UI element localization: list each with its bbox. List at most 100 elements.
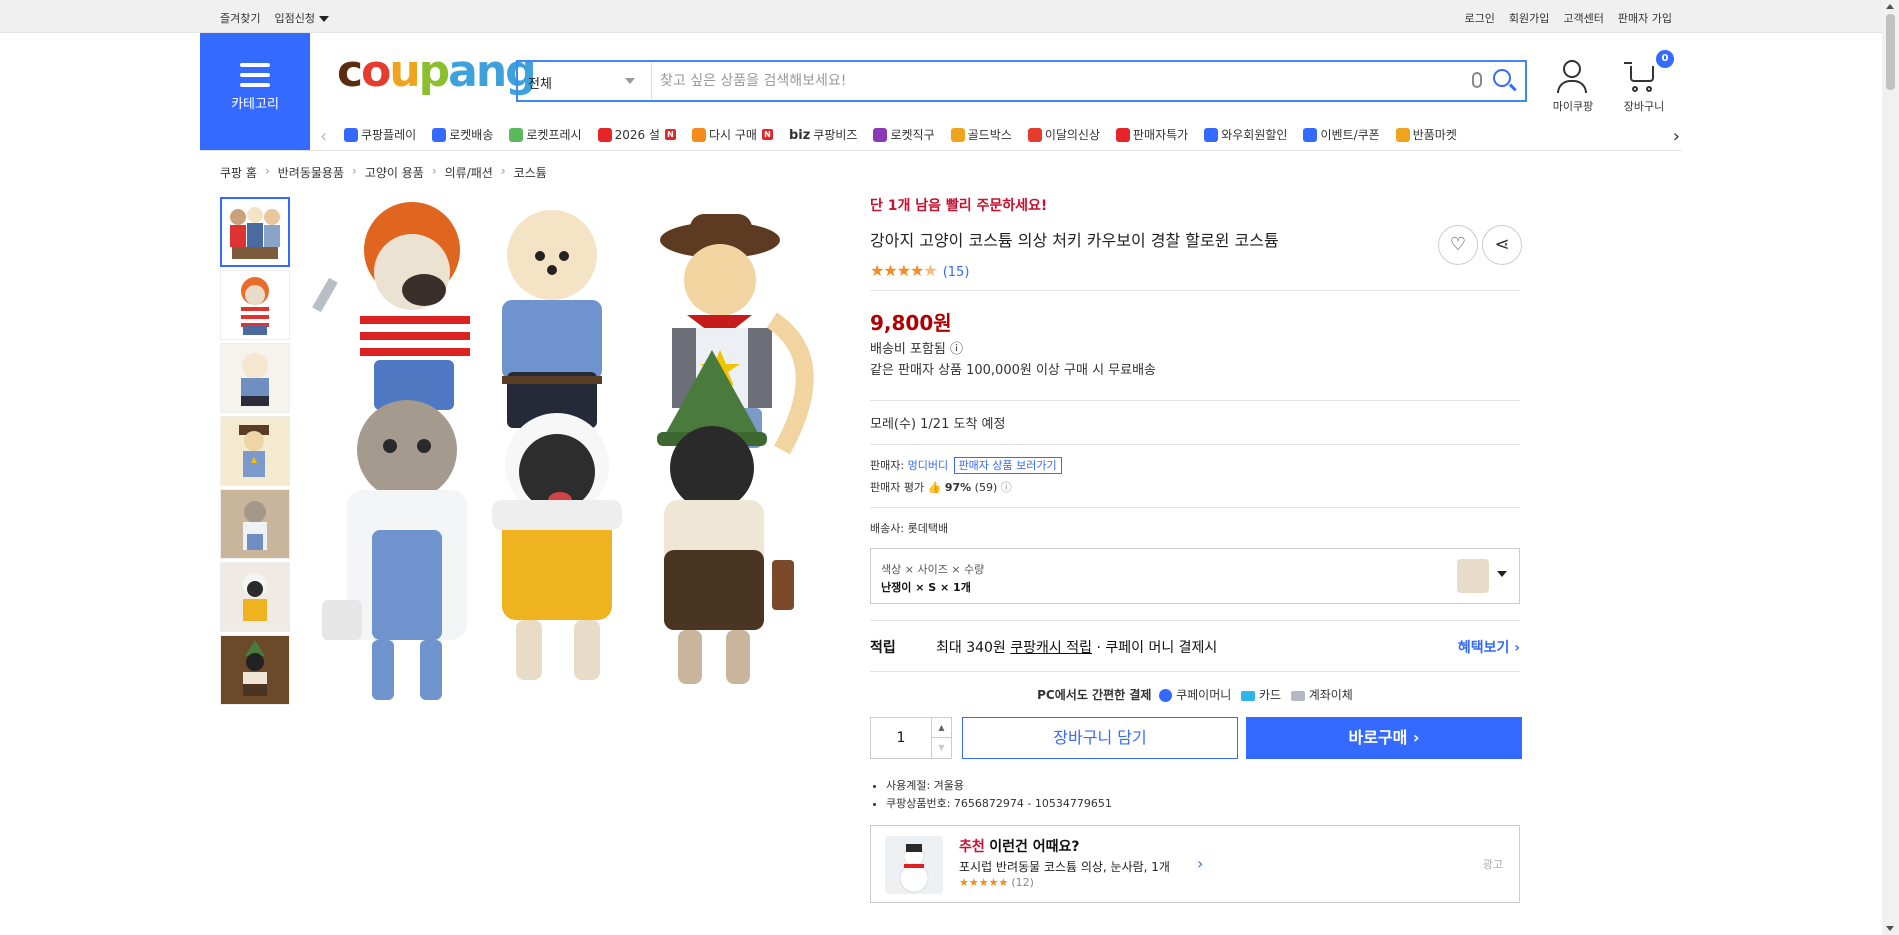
main-product-image[interactable] xyxy=(302,200,842,720)
thumbnail-1[interactable] xyxy=(220,197,290,267)
seller-apply-link[interactable]: 입점신청 xyxy=(274,10,329,26)
star-rating-icon: ★★★★ xyxy=(870,261,924,280)
buy-now-button[interactable]: 바로구매 › xyxy=(1246,717,1522,759)
option-selector[interactable]: 색상 × 사이즈 × 수량 난쟁이 × S × 1개 xyxy=(870,548,1520,604)
mycoupang-label: 마이쿠팡 xyxy=(1552,100,1594,113)
nav-item[interactable]: 2026 설 N xyxy=(597,126,676,143)
thumbnail-5[interactable] xyxy=(220,489,290,559)
scrollbar-thumb[interactable] xyxy=(1886,14,1895,90)
scroll-down-icon[interactable] xyxy=(1886,926,1894,931)
cart-label: 장바구니 xyxy=(1623,100,1665,113)
quantity-down-icon[interactable]: ▼ xyxy=(931,738,951,758)
goldbox-icon xyxy=(950,127,965,142)
coupang-logo[interactable]: coupang xyxy=(337,50,537,94)
recommendation-card[interactable]: 추천 이런건 어때요? 포시럽 반려동물 코스튬 의상, 눈사람, 1개 › ★… xyxy=(870,825,1520,903)
biz-icon: biz xyxy=(788,127,811,143)
microphone-icon[interactable] xyxy=(1472,72,1482,88)
chevron-right-icon: › xyxy=(352,164,357,178)
coupon-icon xyxy=(1303,127,1318,142)
thumbnail-6[interactable] xyxy=(220,562,290,632)
nav-item-label: 2026 설 xyxy=(614,128,660,142)
divider xyxy=(870,620,1520,621)
breadcrumb-link[interactable]: 쿠팡 홈 xyxy=(220,164,257,181)
quantity-input[interactable]: 1 xyxy=(871,718,931,758)
courier-value: 롯데택배 xyxy=(907,522,949,535)
chevron-right-icon: › xyxy=(500,164,506,178)
reward-condition: · 쿠페이 머니 결제시 xyxy=(1096,640,1218,656)
seller-products-link[interactable]: 판매자 상품 보러가기 xyxy=(953,457,1062,474)
courier-row: 배송사: 롯데택배 xyxy=(870,520,1520,536)
nav-prev-icon[interactable]: ‹ xyxy=(320,126,327,147)
quantity-stepper: 1 ▲ ▼ xyxy=(870,717,952,759)
customer-center-link[interactable]: 고객센터 xyxy=(1563,10,1603,26)
chevron-right-icon: › xyxy=(264,164,270,178)
free-shipping-note: 같은 판매자 상품 100,000원 이상 구매 시 무료배송 xyxy=(870,363,1157,378)
cart-count-badge: 0 xyxy=(1656,50,1674,68)
topbar-left: 즐겨찾기 입점신청 xyxy=(220,10,329,26)
search-category-select[interactable]: 전체 xyxy=(518,62,652,100)
share-icon[interactable]: ⋖ xyxy=(1482,225,1522,265)
signup-link[interactable]: 회원가입 xyxy=(1509,10,1549,26)
nav-item[interactable]: 로켓배송 xyxy=(432,126,493,143)
nav-next-icon[interactable]: › xyxy=(1673,126,1680,147)
nav-item[interactable]: 로켓프레시 xyxy=(509,126,582,143)
delivery-eta: 모레(수) 1/21 도착 예정 xyxy=(870,417,1006,432)
search-icon[interactable] xyxy=(1493,69,1511,87)
thumbnail-3[interactable] xyxy=(220,343,290,413)
benefit-more-link[interactable]: 혜택보기 › xyxy=(1458,637,1520,657)
shipping-fee-note: 배송비 포함됨 ⓘ xyxy=(870,342,964,357)
thumbnail-2[interactable] xyxy=(220,270,290,340)
breadcrumb-link[interactable]: 의류/패션 xyxy=(445,164,493,181)
nav-item[interactable]: 이달의신상 xyxy=(1027,126,1100,143)
nav-item[interactable]: 판매자특가 xyxy=(1116,126,1188,143)
breadcrumb-link[interactable]: 코스튬 xyxy=(514,164,547,181)
nav-item-label: 와우회원할인 xyxy=(1221,128,1288,142)
cart-button[interactable]: 0 장바구니 xyxy=(1614,50,1674,114)
page-scrollbar[interactable] xyxy=(1882,0,1899,935)
spec-season: 사용계절: 겨울용 xyxy=(886,777,1520,795)
cart-icon: 0 xyxy=(1614,50,1674,94)
add-to-cart-button[interactable]: 장바구니 담기 xyxy=(962,717,1238,759)
thumbnail-7[interactable] xyxy=(220,635,290,705)
thumbnail-4[interactable] xyxy=(220,416,290,486)
half-star-icon: ★ xyxy=(923,261,937,280)
sale-icon xyxy=(1116,127,1131,142)
dropdown-arrow-icon xyxy=(625,78,635,84)
user-icon xyxy=(1543,58,1603,94)
nav-item[interactable]: 쿠팡플레이 xyxy=(344,126,416,143)
mycoupang-button[interactable]: 마이쿠팡 xyxy=(1543,58,1603,114)
seller-signup-link[interactable]: 판매자 가입 xyxy=(1618,10,1672,26)
seller-name-link[interactable]: 멍디버디 xyxy=(908,459,948,472)
payment-title: PC에서도 간편한 결제 xyxy=(1037,688,1152,702)
bookmark-link[interactable]: 즐겨찾기 xyxy=(220,10,260,26)
nav-item[interactable]: 로켓직구 xyxy=(873,126,935,143)
breadcrumb-link[interactable]: 반려동물용품 xyxy=(278,164,344,181)
recommendation-review-count: (12) xyxy=(1011,876,1034,889)
chevron-right-icon: › xyxy=(1197,854,1204,873)
nav-item-label: 쿠팡비즈 xyxy=(813,128,858,142)
scroll-up-icon[interactable] xyxy=(1886,4,1894,9)
reward-row: 적립 최대 340원 쿠팡캐시 적립 · 쿠페이 머니 결제시 혜택보기 › xyxy=(870,637,1520,657)
category-button[interactable]: 카테고리 xyxy=(200,33,310,151)
nav-item[interactable]: biz 쿠팡비즈 xyxy=(789,126,858,143)
heart-icon[interactable]: ♡ xyxy=(1438,225,1478,265)
nav-item[interactable]: 반품마켓 xyxy=(1395,126,1457,143)
nav-item[interactable]: 이벤트/쿠폰 xyxy=(1303,126,1380,143)
new-badge: N xyxy=(664,129,676,140)
breadcrumb-link[interactable]: 고양이 용품 xyxy=(365,164,424,181)
bank-icon xyxy=(1290,690,1305,701)
seller-rating-row: 판매자 평가 👍 97% (59) ⓘ xyxy=(870,479,1520,495)
nav-item-label: 이벤트/쿠폰 xyxy=(1320,128,1380,142)
payment-card: 카드 xyxy=(1258,688,1282,702)
login-link[interactable]: 로그인 xyxy=(1465,10,1495,26)
quantity-up-icon[interactable]: ▲ xyxy=(931,718,951,738)
divider xyxy=(870,400,1520,401)
reward-cash-link[interactable]: 쿠팡캐시 적립 xyxy=(1010,640,1092,656)
caret-down-icon xyxy=(318,16,329,22)
search-input[interactable] xyxy=(658,66,1458,96)
nav-item[interactable]: 와우회원할인 xyxy=(1204,126,1287,143)
nav-item[interactable]: 골드박스 xyxy=(950,126,1012,143)
info-icon[interactable]: ⓘ xyxy=(1001,481,1012,494)
rating-row[interactable]: ★★★★★ (15) xyxy=(870,261,1520,280)
nav-item[interactable]: 다시 구매 N xyxy=(691,126,773,143)
